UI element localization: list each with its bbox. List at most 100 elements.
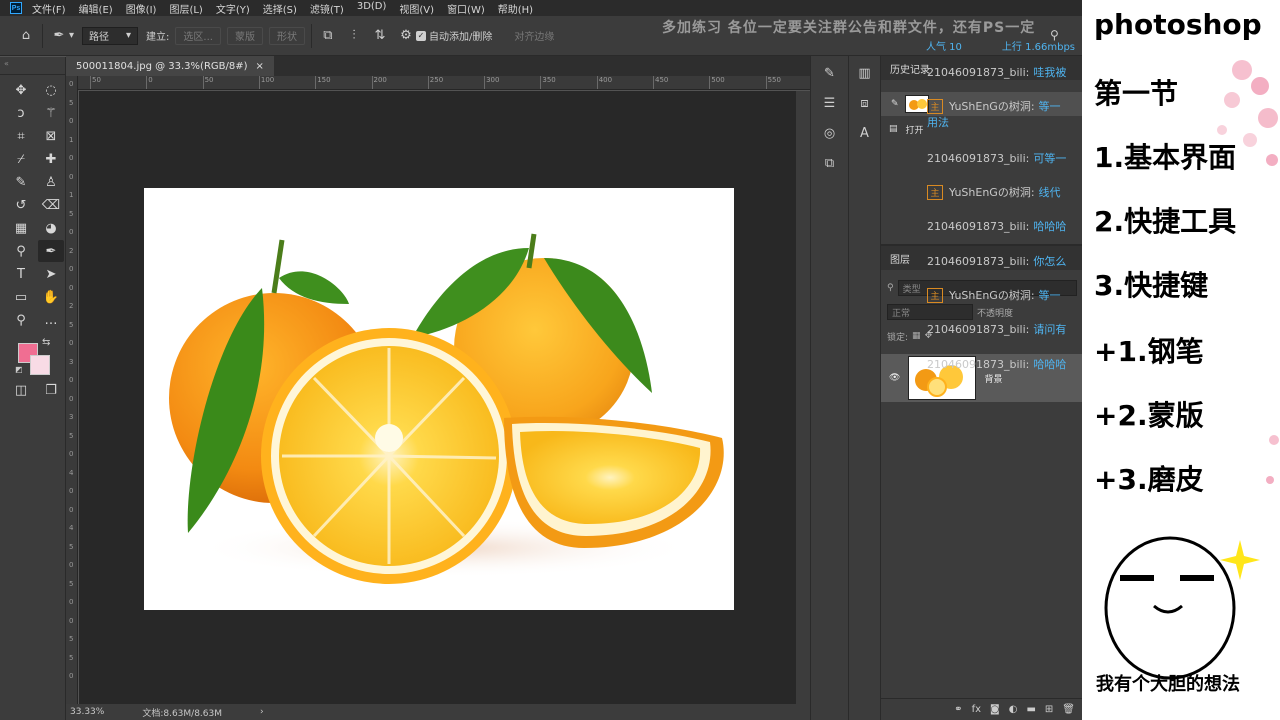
zoom-level[interactable]: 33.33% [70, 707, 104, 717]
delete-layer-icon[interactable]: 🗑 [1062, 704, 1075, 715]
document-image[interactable] [144, 188, 734, 610]
healing-brush-icon[interactable]: ✚ [38, 148, 64, 170]
new-layer-icon[interactable]: ⊞ [1045, 704, 1053, 715]
menu-item[interactable]: 图层(L) [169, 1, 202, 16]
menu-item[interactable]: 窗口(W) [447, 1, 485, 16]
blur-tool-icon[interactable]: ◕ [38, 217, 64, 239]
add-mask-icon[interactable]: ◙ [990, 704, 1000, 715]
magic-wand-icon[interactable]: ⚚ [38, 102, 64, 124]
adjust-icon[interactable]: ☰ [814, 90, 846, 116]
ruler-tick-label: 0 [69, 339, 74, 347]
more-tools-icon[interactable]: … [38, 309, 64, 331]
fx-icon[interactable]: fx [972, 704, 981, 715]
toolbar-collapse-icon[interactable]: « [0, 57, 65, 75]
status-menu-icon[interactable]: › [260, 707, 264, 717]
vertical-scrollbar[interactable] [796, 91, 810, 704]
lock-pixels-icon[interactable]: ▦ [912, 331, 921, 341]
new-group-icon[interactable]: ▬ [1026, 704, 1035, 715]
frame-tool-icon[interactable]: ⊠ [38, 125, 64, 147]
character-icon[interactable]: A [851, 120, 879, 146]
menu-item[interactable]: 3D(D) [357, 1, 387, 16]
tab-history[interactable]: 历史记录 [890, 61, 930, 76]
brush-tool-icon[interactable]: ✎ [8, 171, 34, 193]
layers-footer: ⚭ fx ◙ ◐ ▬ ⊞ 🗑 [881, 698, 1082, 720]
type-tool-icon[interactable]: T [8, 263, 34, 285]
selection-button[interactable]: 选区... [175, 26, 221, 45]
eye-icon[interactable]: 👁 [889, 373, 900, 383]
slide-line: 2.快捷工具 [1094, 205, 1237, 238]
history-step-label: 打开 [905, 125, 924, 136]
crop-tool-icon[interactable]: ⌗ [8, 125, 34, 147]
path-selection-icon[interactable]: ➤ [38, 263, 64, 285]
panel-icon-strip: ✎ ☰ ◎ ⧉ [810, 56, 848, 720]
menu-item[interactable]: 视图(V) [399, 1, 434, 16]
screen-mode-icon[interactable]: ❐ [38, 379, 64, 401]
pen-tool-icon[interactable]: ✒ [38, 240, 64, 262]
ruler-tick [315, 76, 317, 89]
lasso-tool-icon[interactable]: ↄ [8, 102, 34, 124]
mask-button[interactable]: 蒙版 [226, 26, 263, 45]
ruler-tick-label: 500 [711, 76, 725, 84]
quick-mask-icon[interactable]: ◫ [8, 379, 34, 401]
menu-item[interactable]: 滤镜(T) [310, 1, 344, 16]
menu-item[interactable]: 图像(I) [126, 1, 157, 16]
auto-add-checkbox[interactable]: ✓ [415, 30, 426, 41]
search-icon[interactable]: ⚲ [1050, 28, 1059, 42]
tab-layers[interactable]: 图层 [890, 251, 910, 266]
gradient-tool-icon[interactable]: ▦ [8, 217, 34, 239]
ruler-tick-label: 0 [69, 265, 74, 273]
ruler-tick [90, 76, 91, 89]
home-icon[interactable]: ⌂ [16, 26, 36, 46]
color-swatches: ⇆ ◩ [15, 337, 58, 377]
chevron-down-icon[interactable]: ▾ [69, 30, 74, 41]
path-arrangement-icon[interactable]: ⇅ [370, 26, 390, 46]
move-tool-icon[interactable]: ✥ [8, 79, 34, 101]
align-edges-label[interactable]: 对齐边缘 [514, 28, 554, 43]
pen-preset-icon[interactable]: ✒ [49, 26, 69, 46]
mode-select[interactable]: 路径 ▾ [82, 26, 139, 45]
stamp-tool-icon[interactable]: ♙ [38, 171, 64, 193]
zoom-tool-icon[interactable]: ⚲ [8, 309, 34, 331]
chat-user: 用法 [927, 116, 949, 129]
menu-item[interactable]: 编辑(E) [79, 1, 113, 16]
histogram-icon[interactable]: ▥ [851, 60, 879, 86]
link-layers-icon[interactable]: ⚭ [954, 704, 962, 715]
menu-bar: Ps 文件(F) 编辑(E) 图像(I) 图层(L) 文字(Y) 选择(S) 滤镜(T) 3D… [0, 0, 1082, 16]
chat-user: 21046091873_bili: [927, 357, 1030, 371]
history-brush-icon[interactable]: ↺ [8, 194, 34, 216]
close-icon[interactable]: × [256, 61, 264, 72]
marquee-tool-icon[interactable]: ◌ [38, 79, 64, 101]
default-colors-icon[interactable]: ◩ [15, 365, 23, 374]
3d-icon[interactable]: ⧉ [814, 150, 846, 176]
document-tab[interactable]: 500011804.jpg @ 33.3%(RGB/8#) × [66, 56, 274, 76]
properties-icon[interactable]: ⧈ [851, 90, 879, 116]
swap-colors-icon[interactable]: ⇆ [42, 337, 50, 348]
brush-settings-icon[interactable]: ✎ [814, 60, 846, 86]
history-brush-source-icon[interactable]: ✎ [891, 99, 899, 109]
menu-item[interactable]: 选择(S) [263, 1, 297, 16]
menu-item[interactable]: 文字(Y) [216, 1, 250, 16]
path-alignment-icon[interactable]: ⫶ [344, 26, 364, 46]
dodge-tool-icon[interactable]: ⚲ [8, 240, 34, 262]
eraser-tool-icon[interactable]: ⌫ [38, 194, 64, 216]
hand-tool-icon[interactable]: ✋ [38, 286, 64, 308]
gear-icon[interactable]: ⚙ [396, 26, 416, 46]
chat-text: 哈哈哈 [1033, 220, 1067, 233]
blend-mode-select[interactable]: 正常 [887, 304, 973, 320]
menu-item[interactable]: 文件(F) [32, 1, 66, 16]
host-badge: 主 [927, 287, 943, 303]
eyedropper-icon[interactable]: ⌿ [8, 148, 34, 170]
shape-button[interactable]: 形状 [268, 26, 305, 45]
ruler-vertical: 0 5 0 1 0 0 1 5 0 2 0 0 2 5 0 3 0 0 3 5 0 4 0 0 4 5 0 5 0 0 5 5 0 [66, 76, 78, 704]
background-color-swatch[interactable] [30, 355, 50, 375]
tools-panel: « ✥ ◌ ↄ ⚚ ⌗ ⊠ ⌿ ✚ ✎ ♙ ↺ ⌫ ▦ ◕ ⚲ ✒ T ➤ ▭ ✋ ⚲… ⇆ ◩ ◫ ❐ [0, 57, 66, 720]
chat-message: 21046091873_bili: 哈哈哈 [927, 218, 1081, 234]
menu-item[interactable]: 帮助(H) [498, 1, 533, 16]
path-operations-icon[interactable]: ⧉ [318, 26, 338, 46]
adjustment-layer-icon[interactable]: ◐ [1009, 704, 1018, 715]
chevron-down-icon: ▾ [126, 30, 132, 41]
ruler-tick [371, 76, 373, 89]
color-wheel-icon[interactable]: ◎ [814, 120, 846, 146]
shape-tool-icon[interactable]: ▭ [8, 286, 34, 308]
ruler-tick-label: 1 [69, 191, 74, 199]
